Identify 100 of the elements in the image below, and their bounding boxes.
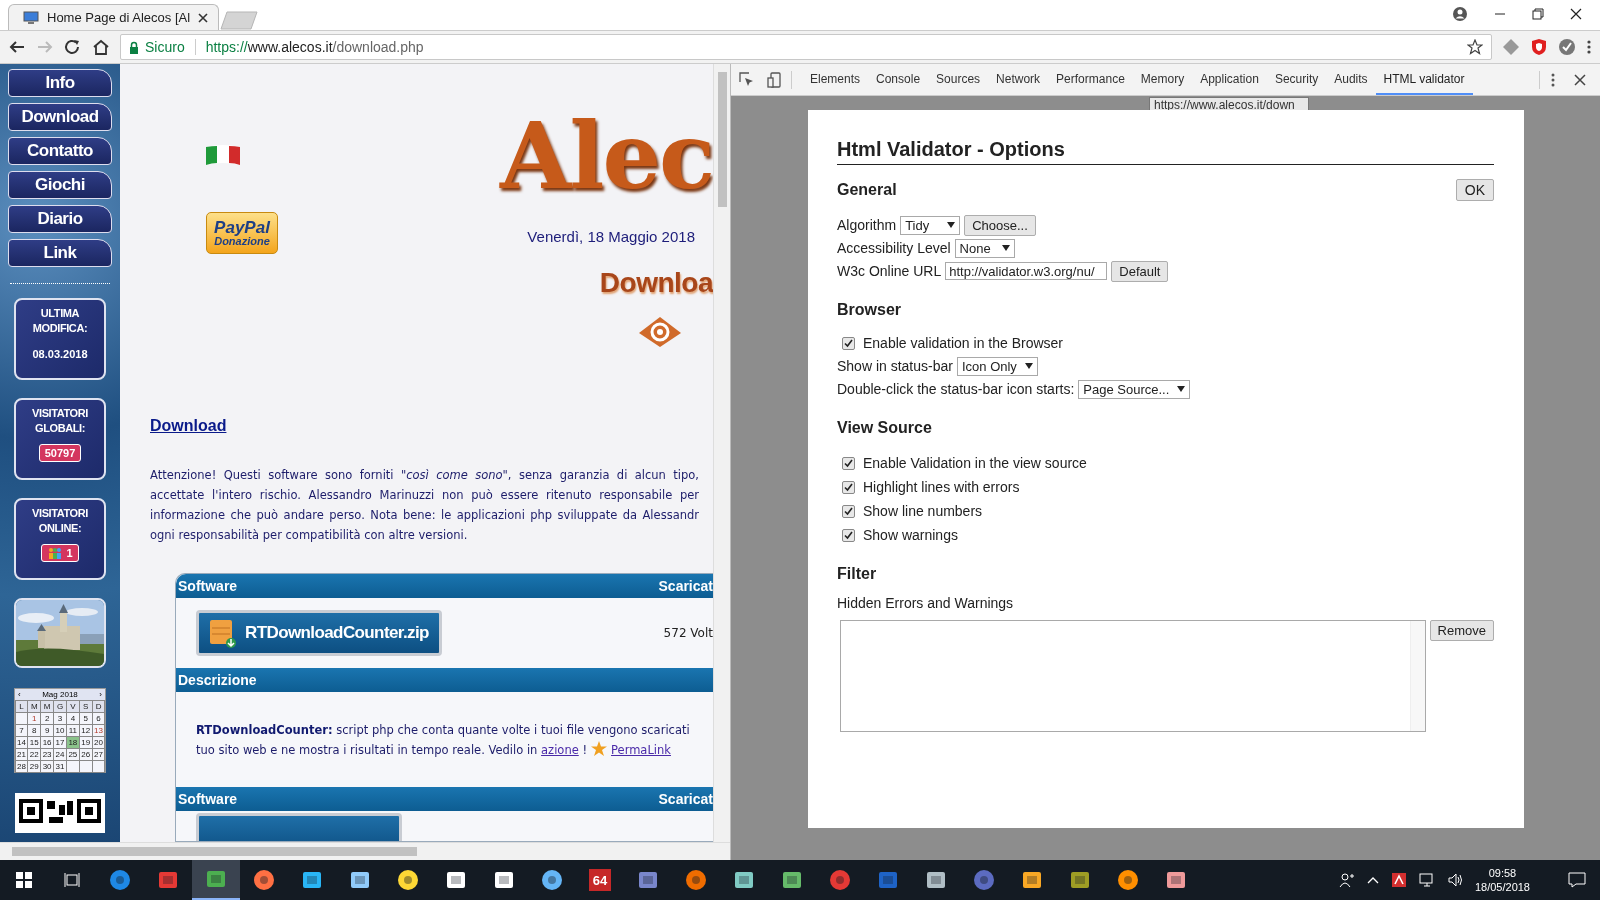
devtools-tab[interactable]: Memory <box>1132 64 1193 95</box>
app-icon[interactable] <box>445 869 467 891</box>
home-icon[interactable] <box>92 39 110 55</box>
network-icon[interactable] <box>1418 872 1435 888</box>
menu-icon[interactable] <box>1586 39 1592 55</box>
devtools-tab[interactable]: Network <box>988 64 1049 95</box>
devtools-tab[interactable]: Application <box>1192 64 1267 95</box>
app-icon[interactable] <box>685 869 707 891</box>
devtools-tab[interactable]: Elements <box>802 64 869 95</box>
panel-title: ULTIMA MODIFICA: <box>31 306 89 336</box>
reload-icon[interactable] <box>64 39 82 55</box>
checkbox-label: Show warnings <box>863 527 958 543</box>
download-button[interactable]: RTDownloadCounter.zip <box>196 610 442 656</box>
shield-icon[interactable] <box>1530 38 1548 56</box>
date-text: Venerdì, 18 Maggio 2018 <box>527 228 695 245</box>
previous-month-button[interactable]: ‹ <box>18 690 21 699</box>
close-icon[interactable] <box>198 12 209 23</box>
app-icon[interactable]: 64 <box>589 869 611 891</box>
ok-button[interactable]: OK <box>1455 179 1494 201</box>
notification-icon[interactable] <box>1568 872 1586 888</box>
browser-tab[interactable]: Home Page di Alecos [Al <box>8 4 220 30</box>
clock[interactable]: 09:58 18/05/2018 <box>1474 866 1530 894</box>
nav-button[interactable]: Contatto <box>8 137 112 165</box>
app-icon[interactable] <box>733 869 755 891</box>
checkbox[interactable] <box>842 336 855 350</box>
paypal-donate-button[interactable]: PayPal Donazione <box>206 212 278 254</box>
site-logo: Alec <box>500 110 713 202</box>
choose-button[interactable]: Choose... <box>964 214 1036 236</box>
inspect-icon[interactable] <box>739 71 755 88</box>
people-icon[interactable] <box>1338 872 1355 888</box>
address-bar[interactable]: Sicuro https://www.alecos.it/download.php <box>120 34 1492 60</box>
app-icon[interactable] <box>1165 869 1187 891</box>
chevron-up-icon[interactable] <box>1366 876 1379 884</box>
next-month-button[interactable]: › <box>99 690 102 699</box>
url-text: https://www.alecos.it/download.php <box>205 39 424 55</box>
app-icon[interactable] <box>1021 869 1043 891</box>
windows-logo-icon[interactable] <box>16 872 32 888</box>
app-icon[interactable] <box>253 869 275 891</box>
nav-button[interactable]: Info <box>8 69 112 97</box>
demo-link[interactable]: azione <box>541 742 579 757</box>
checkbox[interactable] <box>842 528 855 542</box>
permalink-link[interactable]: PermaLink <box>611 742 671 757</box>
devtools-tab[interactable]: Sources <box>928 64 989 95</box>
check-circle-icon[interactable] <box>1558 38 1576 56</box>
star-icon <box>591 740 608 756</box>
download-link[interactable]: Download <box>150 417 713 435</box>
checkbox[interactable] <box>842 504 855 518</box>
lock-icon <box>129 40 139 54</box>
checkbox[interactable] <box>842 456 855 470</box>
checkbox[interactable] <box>842 480 855 494</box>
download-count: 572 Volt <box>663 626 713 640</box>
nav-button[interactable]: Giochi <box>8 171 112 199</box>
app-icon[interactable] <box>1069 869 1091 891</box>
more-icon[interactable] <box>1550 71 1556 88</box>
dropdown-arrow-icon <box>1177 386 1186 392</box>
devtools-tab[interactable]: Performance <box>1048 64 1133 95</box>
remove-button[interactable]: Remove <box>1429 620 1494 641</box>
scrollbar[interactable] <box>713 64 730 842</box>
app-icon[interactable] <box>925 869 947 891</box>
speaker-icon[interactable] <box>1446 872 1463 888</box>
star-icon[interactable] <box>1467 39 1483 55</box>
url-field[interactable]: http://validator.w3.org/nu/ <box>945 262 1108 280</box>
antivirus-icon[interactable] <box>1390 872 1407 888</box>
devtools-tab[interactable]: Audits <box>1326 64 1376 95</box>
dropdown-arrow-icon <box>1024 363 1033 369</box>
device-icon[interactable] <box>767 71 781 88</box>
app-icon[interactable] <box>781 869 803 891</box>
disclaimer-paragraph: Attenzione! Questi software sono forniti "così come sono", senza garanzia di alcun tipo, accettate l'intero rischio. Alessandro Marinuzzi non può essere ritenuto responsabile per informazione che può andare perso. Nota bene: le applicazioni php sviluppate da Alessandr ogni responsabilità per compatibilità con altre versioni. <box>150 467 699 544</box>
section-heading: Filter <box>837 565 877 583</box>
default-button[interactable]: Default <box>1111 260 1169 282</box>
app-icon[interactable] <box>301 869 323 891</box>
monitor-icon <box>23 10 39 25</box>
task-view-icon[interactable] <box>64 872 80 888</box>
option-label: Show in status-bar <box>837 358 953 374</box>
back-icon[interactable] <box>8 39 26 55</box>
column-header: Descrizione <box>178 672 257 688</box>
dropdown[interactable]: Icon Only <box>956 356 1038 376</box>
app-icon[interactable] <box>541 869 563 891</box>
column-header: Scaricat <box>658 791 713 807</box>
dropdown[interactable]: Page Source... <box>1078 379 1191 399</box>
close-icon[interactable] <box>1574 73 1586 86</box>
dropdown[interactable]: Tidy <box>900 215 961 235</box>
nav-button[interactable]: Download <box>8 103 112 131</box>
dropdown[interactable]: None <box>954 238 1015 258</box>
flag-icon <box>206 144 240 166</box>
profile-icon[interactable] <box>1452 6 1468 22</box>
app-icon[interactable] <box>493 869 515 891</box>
close-icon[interactable] <box>1570 8 1582 20</box>
visitor-count: 50797 <box>38 444 82 462</box>
dropdown-arrow-icon <box>1001 245 1010 251</box>
nav-button[interactable]: Link <box>8 239 112 267</box>
app-icon[interactable] <box>397 869 419 891</box>
app-icon[interactable] <box>349 869 371 891</box>
checkbox-label: Enable Validation in the view source <box>863 455 1087 471</box>
devtools-tab[interactable]: Console <box>868 64 929 95</box>
app-icon[interactable] <box>1117 869 1139 891</box>
option-label: Hidden Errors and Warnings <box>837 595 1015 611</box>
devtools-tab[interactable]: Security <box>1266 64 1327 95</box>
nav-button[interactable]: Diario <box>8 205 112 233</box>
restore-icon[interactable] <box>1532 8 1544 20</box>
